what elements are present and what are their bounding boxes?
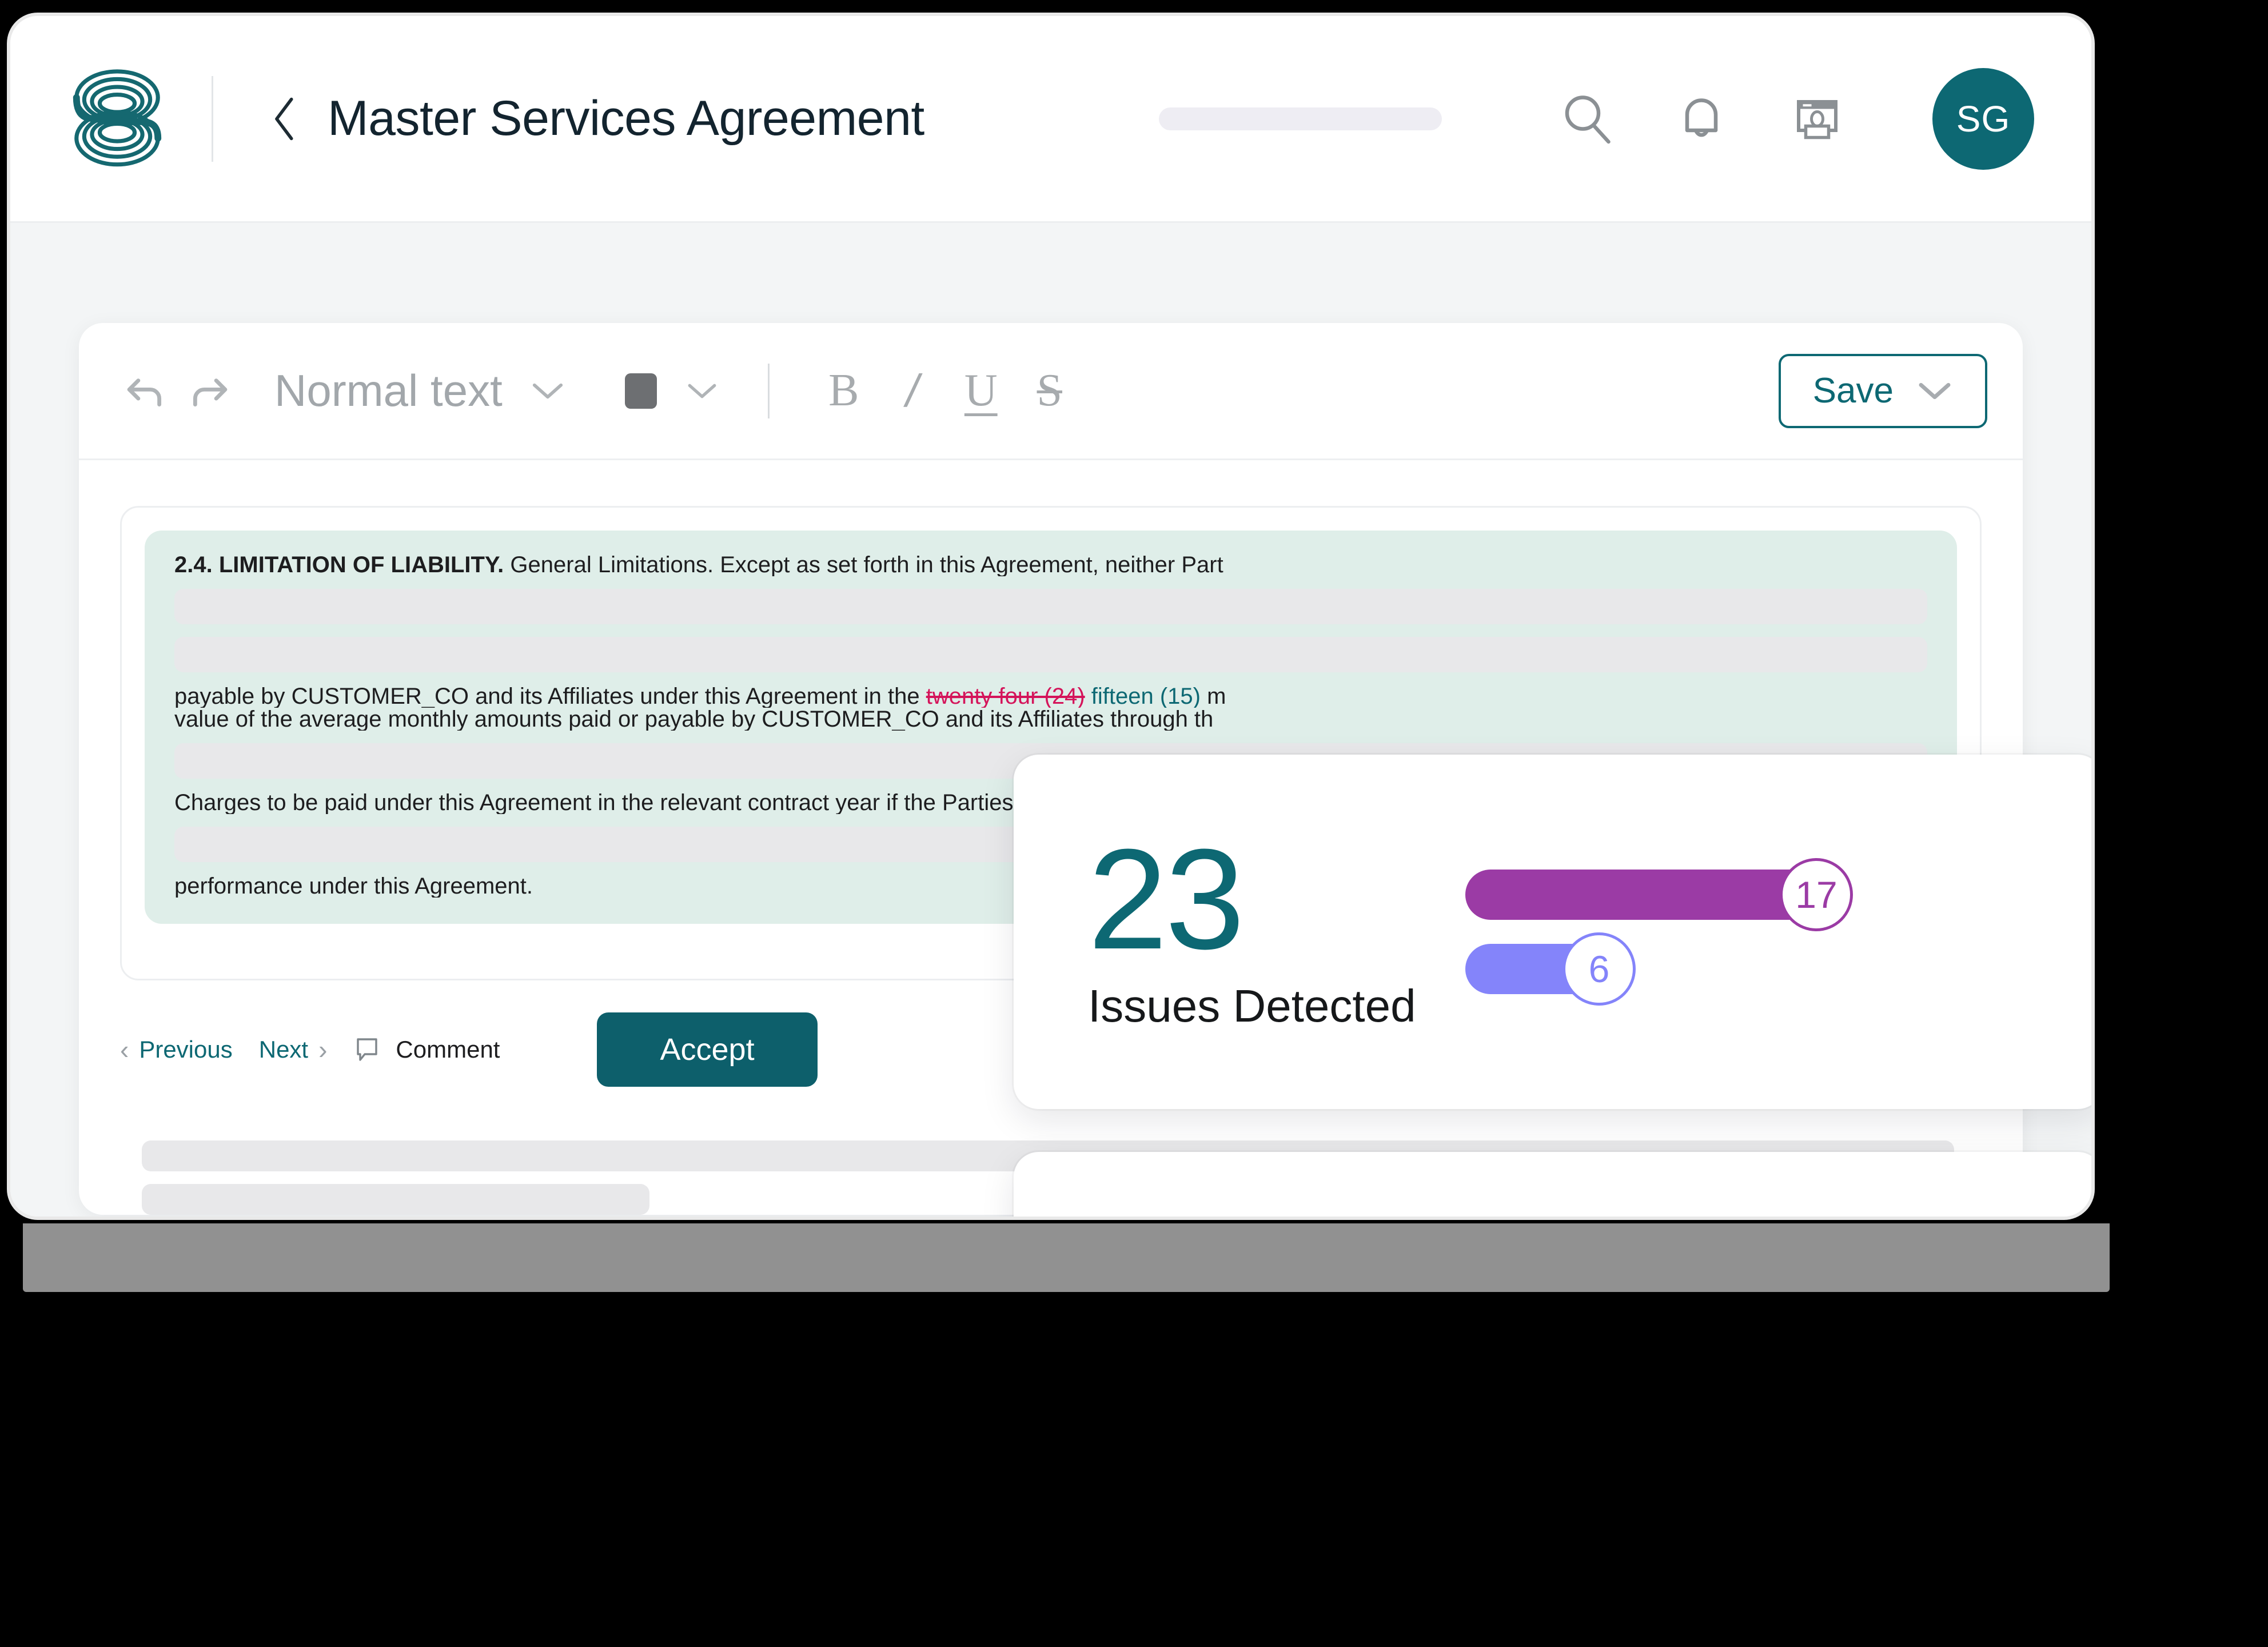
- page-skeleton-line: [142, 1184, 649, 1215]
- back-button[interactable]: [269, 95, 305, 143]
- accept-button[interactable]: Accept: [597, 1012, 818, 1087]
- severity-bar-row[interactable]: 6: [1465, 932, 2046, 1006]
- page-body: Normal text B / U S Save 2.4. LIMITATION…: [10, 223, 2091, 1217]
- severity-bar-chart: 17 6: [1465, 858, 2046, 1006]
- screenshot-stage: Master Services Agreement SG Normal text…: [0, 0, 2268, 1647]
- save-button[interactable]: Save: [1778, 353, 1987, 428]
- high-severity-bar: [1465, 870, 1820, 920]
- text-style-chevron[interactable]: [522, 365, 573, 417]
- redline-space: [1085, 685, 1091, 708]
- issues-summary-card: 23 Issues Detected 17 6: [1014, 755, 2091, 1109]
- save-button-label: Save: [1812, 371, 1894, 410]
- notifications-button[interactable]: [1671, 88, 1732, 150]
- search-icon: [1565, 95, 1611, 143]
- undo-button[interactable]: [114, 360, 177, 422]
- screen-share-icon: [1797, 99, 1837, 139]
- text-color-swatch[interactable]: [624, 373, 657, 409]
- avatar-initials: SG: [1956, 98, 2011, 139]
- chevron-left-icon: [275, 97, 293, 140]
- app-header: Master Services Agreement SG: [10, 16, 2091, 223]
- app-window: Master Services Agreement SG Normal text…: [10, 16, 2091, 1217]
- doc-skeleton-line: [174, 589, 1927, 624]
- clause-lead: General Limitations. Except as set forth…: [504, 553, 1223, 576]
- chevron-left-icon: ‹: [120, 1035, 129, 1064]
- toolbar-divider: [767, 363, 770, 418]
- accept-label: Accept: [660, 1032, 755, 1067]
- redline-inserted-text: fifteen (15): [1091, 685, 1201, 708]
- avatar[interactable]: SG: [1932, 67, 2034, 170]
- severity-bar-row[interactable]: 17: [1465, 858, 2046, 931]
- brand-logo[interactable]: [63, 65, 172, 173]
- spiral-s-logo-icon: [73, 69, 162, 166]
- search-input[interactable]: [1159, 107, 1442, 130]
- clause-heading-line: 2.4. LIMITATION OF LIABILITY. General Li…: [174, 553, 1927, 576]
- strikethrough-button[interactable]: S: [1015, 360, 1084, 422]
- device-base: [23, 1223, 2110, 1292]
- comment-label: Comment: [396, 1036, 500, 1063]
- redline-text-line: payable by CUSTOMER_CO and its Affiliate…: [174, 685, 1927, 708]
- text-color-chevron[interactable]: [676, 365, 728, 417]
- bold-button[interactable]: B: [810, 360, 878, 422]
- chevron-down-icon: [1919, 382, 1951, 399]
- editor-toolbar: Normal text B / U S Save: [79, 323, 2023, 460]
- page-title: Master Services Agreement: [328, 91, 924, 146]
- issue-detail-card: Confidentiality & Scope Limitation of Li…: [1014, 1152, 2091, 1217]
- redo-arrow-icon: [193, 378, 228, 406]
- undo-arrow-icon: [127, 378, 162, 406]
- issues-count: 23: [1088, 819, 1245, 979]
- high-severity-badge: 17: [1780, 858, 1853, 931]
- underline-button[interactable]: U: [947, 360, 1015, 422]
- text-style-select[interactable]: Normal text: [274, 365, 503, 417]
- previous-button[interactable]: ‹ Previous: [120, 1034, 233, 1065]
- issues-count-label: Issues Detected: [1088, 980, 1416, 1031]
- previous-label: Previous: [139, 1036, 233, 1063]
- doc-skeleton-line: [174, 637, 1927, 672]
- comment-button[interactable]: Comment: [353, 1036, 500, 1063]
- chevron-down-icon: [688, 384, 716, 398]
- next-button[interactable]: Next ›: [259, 1034, 328, 1065]
- redline-deleted-text: twenty four (24): [926, 685, 1085, 708]
- redline-suffix: m: [1200, 685, 1226, 708]
- medium-severity-badge: 6: [1563, 932, 1636, 1006]
- screen-share-button[interactable]: [1785, 88, 1847, 150]
- bell-icon: [1685, 98, 1718, 137]
- chevron-down-icon: [532, 383, 563, 398]
- speech-bubble-icon: [357, 1038, 378, 1061]
- next-label: Next: [258, 1036, 309, 1063]
- header-icon-group: [1556, 88, 1847, 150]
- search-button[interactable]: [1556, 88, 1618, 150]
- doc-text-line: value of the average monthly amounts pai…: [174, 708, 1214, 731]
- italic-button[interactable]: /: [878, 360, 947, 422]
- redo-button[interactable]: [177, 360, 240, 422]
- chevron-right-icon: ›: [318, 1035, 328, 1064]
- header-divider: [212, 75, 213, 162]
- clause-number: 2.4. LIMITATION OF LIABILITY.: [174, 553, 504, 576]
- redline-prefix: payable by CUSTOMER_CO and its Affiliate…: [174, 685, 926, 708]
- issues-count-block: 23 Issues Detected: [1088, 819, 1465, 1032]
